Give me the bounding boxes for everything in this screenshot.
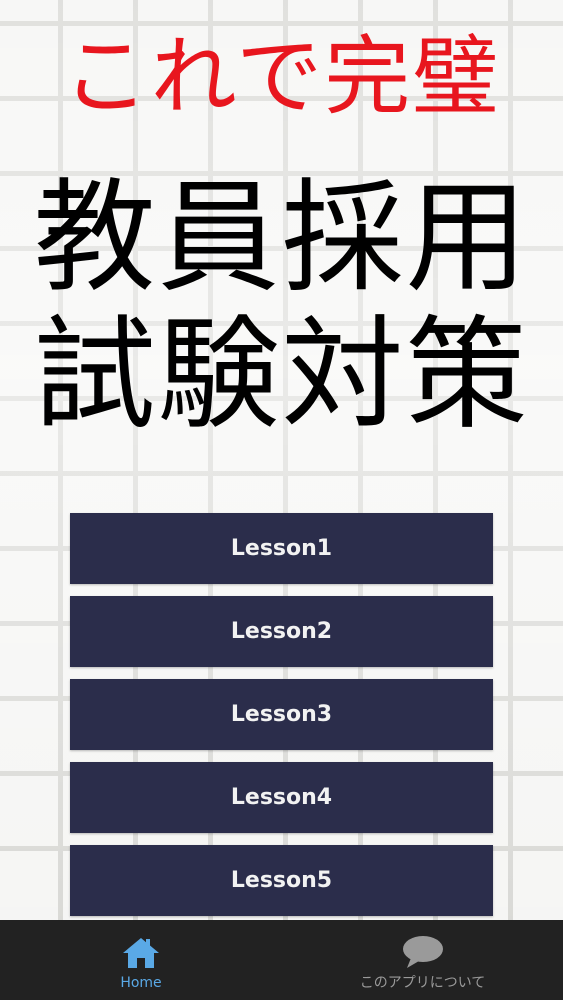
bottom-navigation: Home このアプリについて	[0, 920, 563, 1000]
lesson2-button[interactable]: Lesson2	[70, 596, 493, 667]
title-line-1: 教員採用	[33, 167, 530, 309]
lesson5-button[interactable]: Lesson5	[70, 845, 493, 916]
lesson4-button[interactable]: Lesson4	[70, 762, 493, 833]
nav-home-label: Home	[120, 975, 162, 991]
lesson1-button[interactable]: Lesson1	[70, 513, 493, 584]
nav-about[interactable]: このアプリについて	[282, 920, 563, 1000]
subtitle-text: これで完璧	[62, 27, 501, 127]
speech-bubble-icon	[401, 934, 445, 970]
nav-about-label: このアプリについて	[359, 975, 486, 991]
home-icon	[121, 936, 161, 970]
nav-home[interactable]: Home	[0, 920, 282, 1000]
lesson3-button[interactable]: Lesson3	[70, 679, 493, 750]
lesson-list: Lesson1 Lesson2 Lesson3 Lesson4 Lesson5	[70, 513, 493, 928]
title-line-2: 試験対策	[33, 304, 530, 446]
